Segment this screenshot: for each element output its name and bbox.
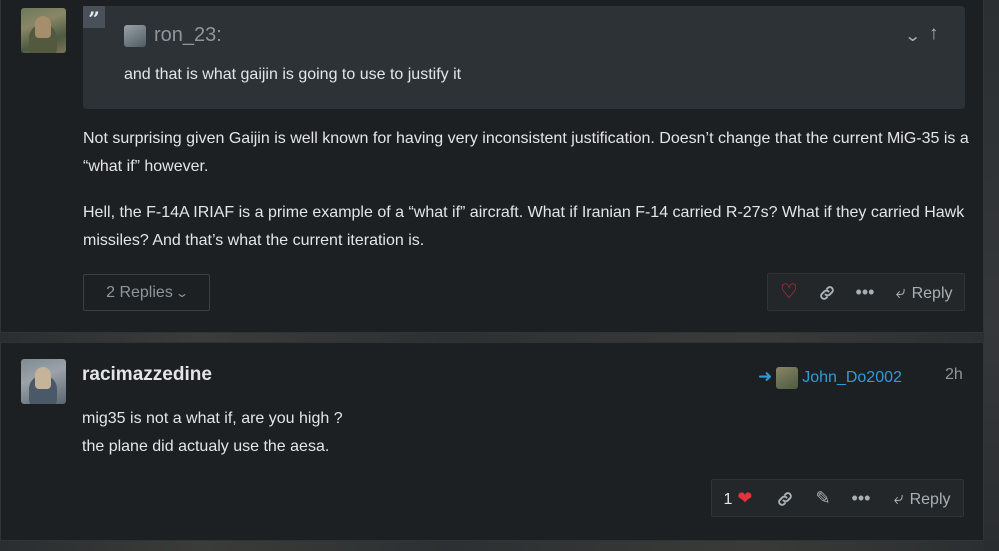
post: ” ron_23: ⌄ ↑ and that is what gaijin is… — [0, 0, 984, 333]
copy-link-button[interactable] — [812, 274, 842, 310]
quote-mark-icon: ” — [83, 6, 105, 31]
reply-to-username: John_Do2002 — [802, 369, 902, 386]
replies-label: 2 Replies — [106, 284, 173, 301]
reply-to-arrow-icon: ➜ — [758, 367, 773, 386]
post-paragraph: Not surprising given Gaijin is well know… — [83, 130, 969, 175]
chevron-down-icon[interactable]: ⌄ — [904, 26, 921, 46]
quote-block: ” ron_23: ⌄ ↑ and that is what gaijin is… — [83, 6, 965, 109]
reply-to-link[interactable]: ➜ John_Do2002 — [758, 366, 902, 389]
copy-link-button[interactable] — [770, 480, 800, 516]
heart-outline-icon: ♡ — [780, 281, 798, 303]
post-paragraph: mig35 is not a what if, are you high ? — [82, 410, 343, 427]
like-button[interactable]: ♡ — [774, 274, 804, 310]
show-replies-button[interactable]: 2 Replies ⌄ — [83, 274, 210, 311]
more-actions-button[interactable]: ••• — [850, 274, 880, 310]
heart-filled-icon: ❤ — [737, 488, 753, 508]
avatar[interactable] — [21, 359, 66, 404]
more-actions-button[interactable]: ••• — [846, 480, 876, 516]
arrow-up-icon[interactable]: ↑ — [929, 23, 939, 45]
quote-author[interactable]: ron_23: — [154, 24, 222, 47]
avatar[interactable] — [21, 8, 66, 53]
pencil-icon: ✎ — [815, 488, 831, 508]
quote-text: and that is what gaijin is going to use … — [124, 66, 462, 83]
like-count: 1 — [723, 491, 733, 508]
ellipsis-icon: ••• — [851, 488, 871, 508]
post-actions: ♡ ••• ⤶ Reply — [767, 273, 965, 311]
like-button[interactable]: 1 ❤ — [718, 480, 758, 516]
reply-button[interactable]: ⤶ Reply — [884, 480, 960, 516]
link-icon — [778, 492, 792, 507]
chevron-down-icon: ⌄ — [174, 286, 189, 300]
edit-button[interactable]: ✎ — [808, 480, 838, 516]
reply-arrow-icon: ⤶ — [895, 282, 906, 302]
reply-label: Reply — [909, 491, 951, 508]
post-paragraph: the plane did actualy use the aesa. — [82, 438, 330, 455]
post-paragraph: Hell, the F-14A IRIAF is a prime example… — [83, 204, 965, 249]
page-background-edge — [984, 0, 999, 551]
background-strip — [0, 540, 999, 551]
reply-label: Reply — [911, 285, 953, 302]
post-actions: 1 ❤ ✎ ••• ⤶ Reply — [711, 479, 964, 517]
post-author[interactable]: racimazzedine — [82, 364, 212, 386]
post-timestamp[interactable]: 2h — [945, 366, 963, 384]
ellipsis-icon: ••• — [855, 282, 875, 302]
reply-button[interactable]: ⤶ Reply — [886, 274, 962, 310]
quote-author-avatar[interactable] — [124, 25, 146, 47]
link-icon — [820, 286, 834, 301]
reply-arrow-icon: ⤶ — [893, 488, 904, 508]
reply-to-avatar — [776, 366, 799, 389]
